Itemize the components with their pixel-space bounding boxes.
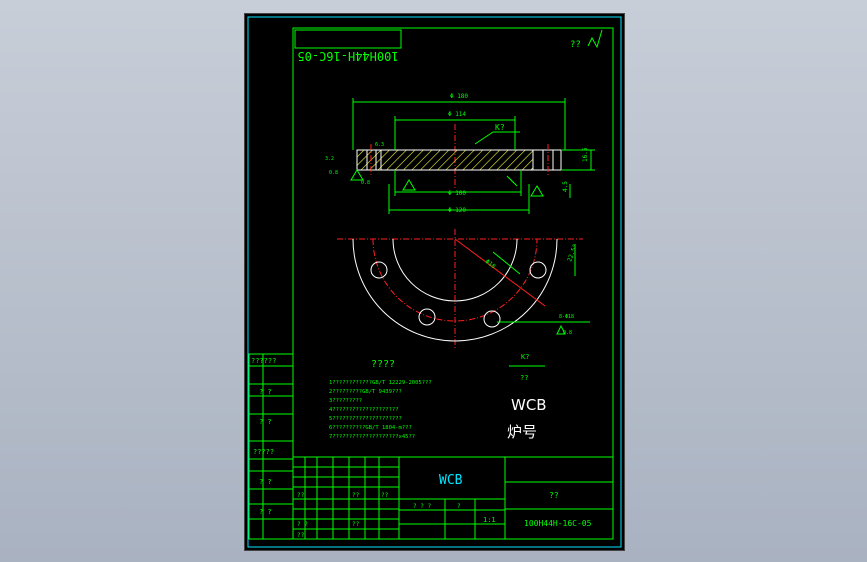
bolt-hole <box>483 310 501 328</box>
strip-label: ? ? <box>259 388 272 396</box>
angle-note: 22.5° <box>566 243 579 262</box>
tech-lines: 1????????????GB/T 12229-2005??? 2???????… <box>329 380 432 440</box>
left-note-a: 3.2 <box>325 156 334 162</box>
roughness-symbol-icon <box>587 29 603 49</box>
sign-label: ?? <box>297 532 305 539</box>
datum-triangle-icon <box>350 169 364 181</box>
sign-label: ?? <box>352 492 360 499</box>
k-mark: K? <box>495 123 505 132</box>
dim-spigot: Φ 120 <box>448 207 466 214</box>
bolt-hole <box>418 308 436 326</box>
title-code: 100H44H-16C-05 <box>524 519 592 528</box>
scale-cell: ? <box>457 503 461 510</box>
hole-note: 8-Φ18 <box>559 314 574 320</box>
front-view: Φ18 22.5° 8-Φ18 0.8 <box>337 229 590 349</box>
sign-label: ?? <box>297 492 305 499</box>
left-note-b: 0.8 <box>329 170 338 176</box>
tech-line: 5????????????????????? <box>329 416 402 422</box>
bolt-hole <box>529 261 547 279</box>
strip-label: ? ? <box>259 418 272 426</box>
scale-cell: 1:1 <box>483 516 496 524</box>
datum-triangle-icon <box>530 185 544 197</box>
tech-line: 1????????????GB/T 12229-2005??? <box>329 380 432 386</box>
title-material: WCB <box>439 473 463 488</box>
tech-line: 4???????????????????? <box>329 407 399 413</box>
strip-label: ? ? <box>259 478 272 486</box>
dim-step: 4.5 <box>562 181 569 192</box>
heat-label: 炉号 <box>507 423 537 441</box>
dim-bore: Φ 100 <box>448 190 466 197</box>
sign-label: ?? <box>381 492 389 499</box>
corner-code-text: 100H44H-16C-05 <box>297 49 398 63</box>
fraction-bottom: ?? <box>520 374 528 382</box>
title-block: ?? ?? ?? ? ? ?? ?? ? ? ? ? 1:1 WCB ?? 10… <box>292 456 614 540</box>
tech-line: 6??????????GB/T 1804-m??? <box>329 425 412 431</box>
surface-mark: ?? <box>570 40 581 50</box>
corner-code-box <box>294 29 402 49</box>
title-name: ?? <box>549 491 559 500</box>
cad-drawing: 100H44H-16C-05 ?? Φ 180 Φ 114 K? Φ 100 Φ… <box>247 16 622 548</box>
strip-label: ?????? <box>251 357 276 365</box>
bolt-hole <box>370 261 388 279</box>
datum-triangle-icon <box>402 179 416 191</box>
strip-label: ? ? <box>259 508 272 516</box>
section-view: Φ 180 Φ 114 K? Φ 100 Φ 120 16.5 4.5 3.2 … <box>325 93 595 214</box>
sign-label: ? ? <box>297 521 308 528</box>
sign-label: ?? <box>352 521 360 528</box>
left-note-c: 6.3 <box>375 142 384 148</box>
tech-title: ???? <box>371 359 395 370</box>
flange-section <box>356 149 534 171</box>
dim-outer: Φ 180 <box>450 93 468 100</box>
drawing-sheet: 100H44H-16C-05 ?? Φ 180 Φ 114 K? Φ 100 Φ… <box>244 13 625 551</box>
dim-bolt: Φ 114 <box>448 111 466 118</box>
dim-thickness: 16.5 <box>582 147 589 162</box>
strip-label: ????? <box>253 448 274 456</box>
tech-line: 3????????? <box>329 398 362 404</box>
left-strip: ?????? ? ? ? ? ????? ? ? ? ? <box>248 353 294 540</box>
scale-cell: ? ? ? <box>413 503 431 510</box>
tech-line: 2?????????GB/T 9439??? <box>329 389 402 395</box>
left-note-d: 0.8 <box>361 180 370 186</box>
material-label: WCB <box>511 396 547 414</box>
tech-line: 7????????????????????x45?? <box>329 434 415 440</box>
fraction-top: K? <box>521 353 529 361</box>
